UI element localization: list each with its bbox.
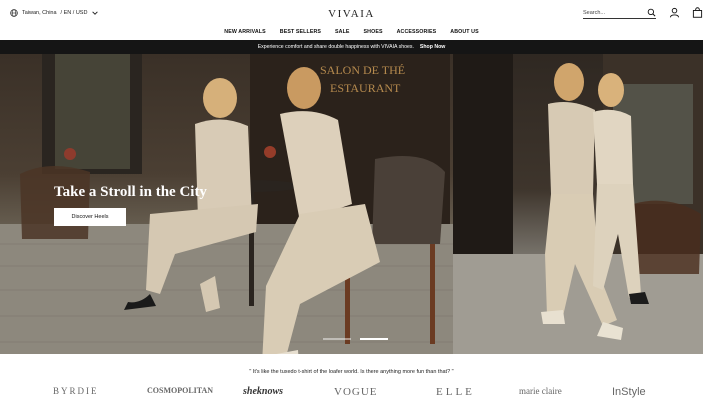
hero-title: Take a Stroll in the City [54, 184, 207, 200]
search-input[interactable] [583, 9, 638, 16]
site-header: Taiwan, China / EN / USD VIVAIA NEW ARRI… [0, 0, 703, 40]
nav-new-arrivals[interactable]: NEW ARRIVALS [217, 29, 273, 35]
nav-best-sellers[interactable]: BEST SELLERS [273, 29, 328, 35]
press-logos: BYRDIE COSMOPOLITAN sheknows VOGUE ELLE … [0, 386, 703, 404]
marie-claire-logo: marie claire [519, 386, 562, 396]
sheknows-logo: sheknows [243, 386, 284, 397]
carousel-dot-2[interactable] [360, 338, 388, 340]
hero-carousel[interactable]: SALON DE THÉ ESTAURANT Take a Stroll in … [0, 54, 703, 354]
nav-accessories[interactable]: ACCESSORIES [390, 29, 444, 35]
instyle-logo: InStyle [612, 386, 646, 398]
svg-text:SALON DE THÉ: SALON DE THÉ [320, 63, 405, 77]
vogue-logo: VOGUE [334, 386, 378, 398]
cart-icon[interactable] [692, 7, 703, 18]
promo-shop-now-link[interactable]: Shop Now [420, 44, 445, 50]
svg-text:ESTAURANT: ESTAURANT [330, 81, 401, 95]
promo-banner: Experience comfort and share double happ… [0, 40, 703, 54]
press-quote: " It's like the tuxedo t-shirt of the lo… [249, 369, 454, 375]
discover-heels-button[interactable]: Discover Heels [54, 208, 126, 226]
carousel-pagination [323, 338, 388, 340]
byrdie-logo: BYRDIE [53, 386, 99, 396]
search-bar[interactable] [583, 7, 656, 19]
nav-shoes[interactable]: SHOES [357, 29, 390, 35]
promo-text: Experience comfort and share double happ… [257, 44, 414, 50]
elle-logo: ELLE [436, 386, 475, 398]
hero-image-street [453, 54, 703, 354]
account-icon[interactable] [669, 7, 680, 18]
carousel-dot-1[interactable] [323, 338, 351, 340]
search-icon[interactable] [647, 8, 656, 17]
nav-sale[interactable]: SALE [328, 29, 357, 35]
hero-image-cafe: SALON DE THÉ ESTAURANT [0, 54, 453, 354]
nav-about-us[interactable]: ABOUT US [443, 29, 485, 35]
cosmopolitan-logo: COSMOPOLITAN [147, 386, 214, 395]
main-navigation: NEW ARRIVALS BEST SELLERS SALE SHOES ACC… [0, 29, 703, 35]
